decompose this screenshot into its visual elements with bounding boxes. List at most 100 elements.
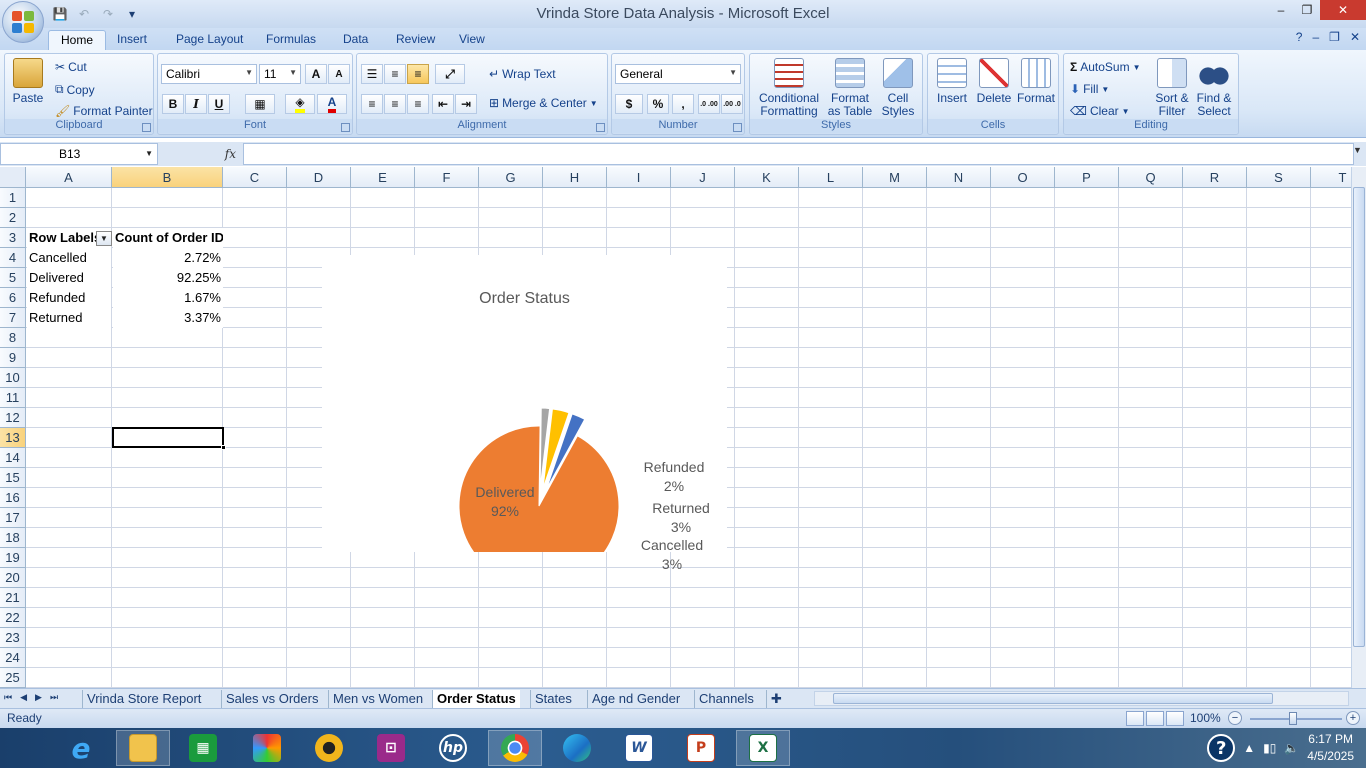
format-painter-button[interactable]: 🖌 Format Painter <box>55 104 153 118</box>
font-color-button[interactable]: A <box>317 94 347 114</box>
underline-button[interactable]: U <box>208 94 230 114</box>
workbook-minimize-icon[interactable]: – <box>1312 30 1319 44</box>
row-header-23[interactable]: 23 <box>0 628 26 648</box>
number-launcher-icon[interactable] <box>733 123 742 132</box>
taskbar-file-explorer[interactable] <box>116 730 170 766</box>
tab-review[interactable]: Review <box>384 30 447 50</box>
copy-button[interactable]: ⧉ Copy <box>55 82 95 97</box>
row-labels-filter-icon[interactable]: ▼ <box>96 231 112 246</box>
column-header-g[interactable]: G <box>479 167 543 188</box>
column-header-l[interactable]: L <box>799 167 863 188</box>
column-header-f[interactable]: F <box>415 167 479 188</box>
pie-chart[interactable]: Order Status Delivered 92% Refunded 2% Ret… <box>322 255 727 572</box>
data-label-cancelled[interactable]: Cancelled 3% <box>632 536 712 574</box>
row-header-24[interactable]: 24 <box>0 648 26 668</box>
column-header-i[interactable]: I <box>607 167 671 188</box>
data-label-refunded[interactable]: Refunded 2% <box>634 458 714 496</box>
tab-insert[interactable]: Insert <box>105 30 159 50</box>
row-header-15[interactable]: 15 <box>0 468 26 488</box>
sort-filter-button[interactable]: Sort & Filter <box>1150 58 1194 118</box>
close-button[interactable]: ✕ <box>1320 0 1366 20</box>
taskbar-word[interactable]: W <box>612 730 666 766</box>
worksheet-grid[interactable]: Row Labels ▼ Count of Order ID Cancelled… <box>0 167 1351 688</box>
horizontal-scroll-thumb[interactable] <box>833 693 1273 704</box>
conditional-formatting-button[interactable]: Conditional Formatting <box>754 58 824 118</box>
row-header-8[interactable]: 8 <box>0 328 26 348</box>
sheet-tab[interactable]: Vrinda Store Report <box>82 690 205 708</box>
column-header-r[interactable]: R <box>1183 167 1247 188</box>
vertical-scrollbar[interactable] <box>1351 167 1366 688</box>
currency-button[interactable]: $ <box>615 94 643 114</box>
taskbar-edge[interactable] <box>550 730 604 766</box>
clear-button[interactable]: ⌫ Clear ▼ <box>1070 104 1130 118</box>
clipboard-launcher-icon[interactable] <box>142 123 151 132</box>
tab-formulas[interactable]: Formulas <box>254 30 328 50</box>
tab-view[interactable]: View <box>447 30 497 50</box>
workbook-close-icon[interactable]: ✕ <box>1350 30 1360 44</box>
zoom-slider-thumb[interactable] <box>1289 712 1297 725</box>
sheet-tab-active[interactable]: Order Status <box>432 690 520 708</box>
sheet-tab[interactable]: Channels <box>694 690 758 708</box>
row-header-12[interactable]: 12 <box>0 408 26 428</box>
autosum-button[interactable]: Σ AutoSum ▼ <box>1070 60 1140 74</box>
row-header-4[interactable]: 4 <box>0 248 26 268</box>
start-button[interactable] <box>0 730 54 766</box>
row-header-18[interactable]: 18 <box>0 528 26 548</box>
align-left-button[interactable]: ≡ <box>361 94 383 114</box>
page-break-view-icon[interactable] <box>1166 711 1184 726</box>
pivot-header-count[interactable]: Count of Order ID <box>113 228 223 248</box>
format-cells-button[interactable]: Format <box>1014 58 1058 105</box>
row-header-16[interactable]: 16 <box>0 488 26 508</box>
bold-button[interactable]: B <box>162 94 184 114</box>
sheet-tab[interactable]: States <box>530 690 576 708</box>
column-header-h[interactable]: H <box>543 167 607 188</box>
column-header-e[interactable]: E <box>351 167 415 188</box>
format-as-table-button[interactable]: Format as Table <box>824 58 876 118</box>
find-select-button[interactable]: Find & Select <box>1192 58 1236 118</box>
align-top-button[interactable]: ☰ <box>361 64 383 84</box>
align-center-button[interactable]: ≡ <box>384 94 406 114</box>
column-header-n[interactable]: N <box>927 167 991 188</box>
number-format-combo[interactable]: General ▼ <box>615 64 741 84</box>
font-name-combo[interactable]: Calibri ▼ <box>161 64 257 84</box>
column-header-a[interactable]: A <box>26 167 112 188</box>
row-header-25[interactable]: 25 <box>0 668 26 688</box>
font-size-combo[interactable]: 11 ▼ <box>259 64 301 84</box>
column-header-s[interactable]: S <box>1247 167 1311 188</box>
pivot-row-label[interactable]: Returned <box>27 308 111 328</box>
horizontal-scrollbar[interactable] <box>814 691 1349 706</box>
fill-button[interactable]: ⬇ Fill ▼ <box>1070 82 1109 96</box>
select-all-corner[interactable] <box>0 167 26 188</box>
battery-icon[interactable]: ▮▯ <box>1263 741 1276 755</box>
percent-button[interactable]: % <box>647 94 669 114</box>
row-header-5[interactable]: 5 <box>0 268 26 288</box>
taskbar-media-player[interactable] <box>302 730 356 766</box>
taskbar-store[interactable]: ▦ <box>176 730 230 766</box>
taskbar-excel[interactable]: X <box>736 730 790 766</box>
data-label-delivered[interactable]: Delivered 92% <box>468 483 542 521</box>
column-header-m[interactable]: M <box>863 167 927 188</box>
row-header-21[interactable]: 21 <box>0 588 26 608</box>
merge-center-button[interactable]: ⊞ Merge & Center ▼ <box>489 96 598 110</box>
taskbar-game-app[interactable] <box>240 730 294 766</box>
workbook-restore-icon[interactable]: ❐ <box>1329 30 1340 44</box>
prev-sheet-icon[interactable]: ◀ <box>20 692 27 703</box>
row-header-19[interactable]: 19 <box>0 548 26 568</box>
grow-font-button[interactable]: A <box>305 64 327 84</box>
sheet-tab[interactable]: Men vs Women <box>328 690 427 708</box>
row-header-20[interactable]: 20 <box>0 568 26 588</box>
name-box[interactable]: B13 ▼ <box>0 143 158 165</box>
delete-cells-button[interactable]: Delete <box>972 58 1016 105</box>
shrink-font-button[interactable]: A <box>328 64 350 84</box>
insert-sheet-icon[interactable]: ✚ <box>766 690 786 708</box>
row-header-2[interactable]: 2 <box>0 208 26 228</box>
align-right-button[interactable]: ≡ <box>407 94 429 114</box>
align-middle-button[interactable]: ≡ <box>384 64 406 84</box>
last-sheet-icon[interactable]: ⏭ <box>50 692 58 703</box>
cell-styles-button[interactable]: Cell Styles <box>876 58 920 118</box>
data-label-returned[interactable]: Returned 3% <box>644 499 718 537</box>
row-header-3[interactable]: 3 <box>0 228 26 248</box>
fill-color-button[interactable]: ◈ <box>285 94 315 114</box>
row-header-7[interactable]: 7 <box>0 308 26 328</box>
taskbar-presentation-app[interactable]: ⊡ <box>364 730 418 766</box>
